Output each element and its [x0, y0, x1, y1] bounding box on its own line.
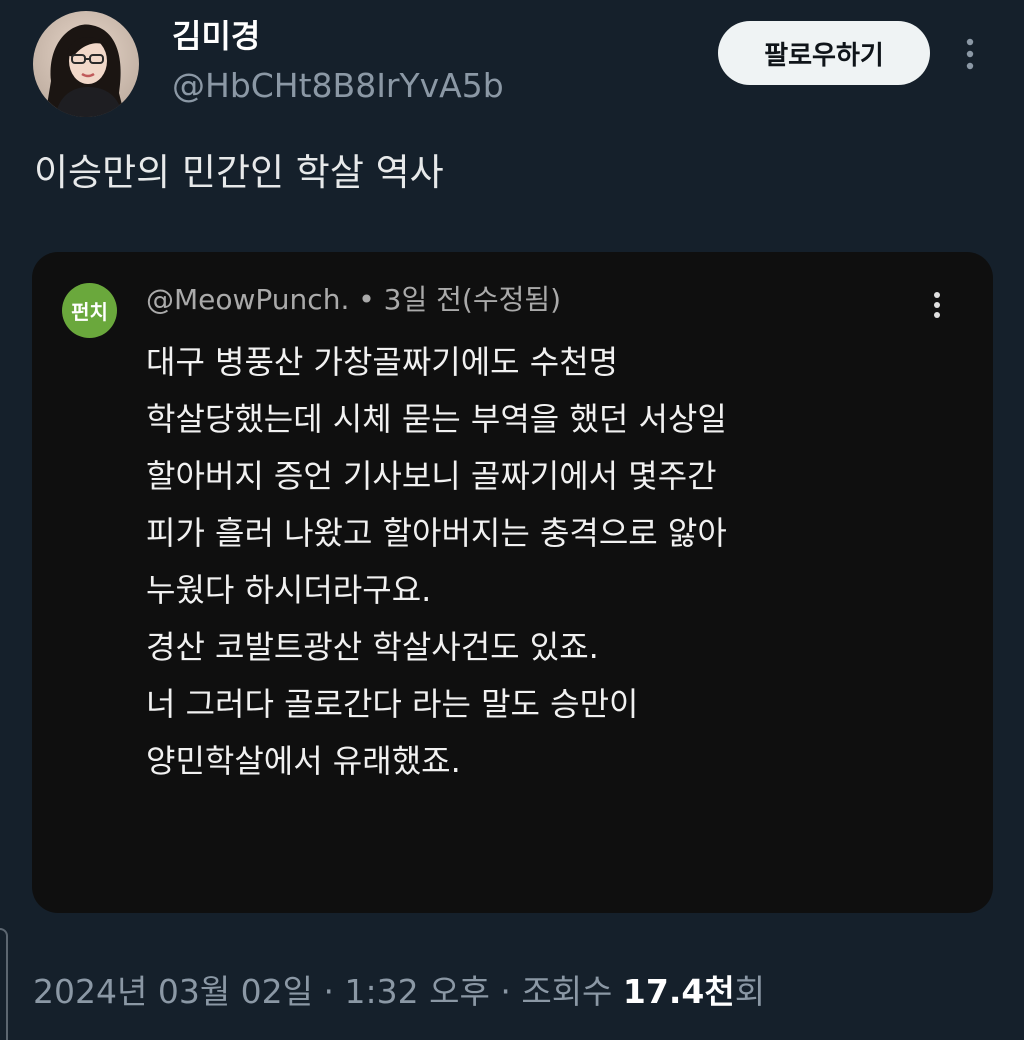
author-display-name[interactable]: 김미경 — [172, 14, 260, 58]
comment-separator: • — [349, 283, 384, 316]
comment-body: 대구 병풍산 가창골짜기에도 수천명 학살당했는데 시체 묻는 부역을 했던 서… — [146, 334, 946, 790]
author-avatar[interactable] — [33, 11, 139, 117]
comment-time: 3일 전(수정됨) — [383, 283, 562, 316]
profile-photo — [33, 11, 139, 117]
views-label: 조회수 — [521, 972, 613, 1011]
comment-line: 피가 흘러 나왔고 할아버지는 충격으로 앓아 — [146, 514, 727, 552]
follow-button[interactable]: 팔로우하기 — [718, 21, 930, 85]
tweet-time[interactable]: 1:32 오후 — [345, 972, 490, 1011]
views-suffix: 회 — [734, 972, 766, 1011]
tweet-text: 이승만의 민간인 학살 역사 — [34, 151, 444, 194]
separator-dot: · — [489, 972, 522, 1011]
more-options-button[interactable] — [950, 30, 990, 78]
comment-meta: @MeowPunch. • 3일 전(수정됨) — [146, 279, 561, 321]
tweet-timestamp: 2024년 03월 02일 · 1:32 오후 · 조회수 17.4천회 — [33, 968, 765, 1016]
comment-line: 할아버지 증언 기사보니 골짜기에서 몇주간 — [146, 457, 717, 495]
views-count[interactable]: 17.4천 — [623, 972, 735, 1011]
comment-line: 경산 코발트광산 학살사건도 있죠. — [146, 628, 599, 666]
comment-avatar: 펀치 — [62, 283, 117, 338]
comment-username: @MeowPunch. — [146, 283, 350, 316]
comment-more-icon-wrapper — [918, 282, 956, 328]
comment-line: 너 그러다 골로간다 라는 말도 승만이 — [146, 685, 639, 723]
vertical-ellipsis-icon — [934, 292, 940, 318]
comment-line: 양민학살에서 유래했죠. — [146, 742, 461, 780]
tweet-date[interactable]: 2024년 03월 02일 — [33, 972, 313, 1011]
comment-line: 누웠다 하시더라구요. — [146, 571, 432, 609]
author-handle[interactable]: @HbCHt8B8IrYvA5b — [172, 64, 504, 108]
thread-connector — [0, 928, 8, 1040]
comment-line: 대구 병풍산 가창골짜기에도 수천명 — [146, 343, 619, 381]
comment-line: 학살당했는데 시체 묻는 부역을 했던 서상일 — [146, 400, 727, 438]
separator-dot: · — [313, 972, 345, 1011]
vertical-ellipsis-icon — [966, 38, 974, 70]
